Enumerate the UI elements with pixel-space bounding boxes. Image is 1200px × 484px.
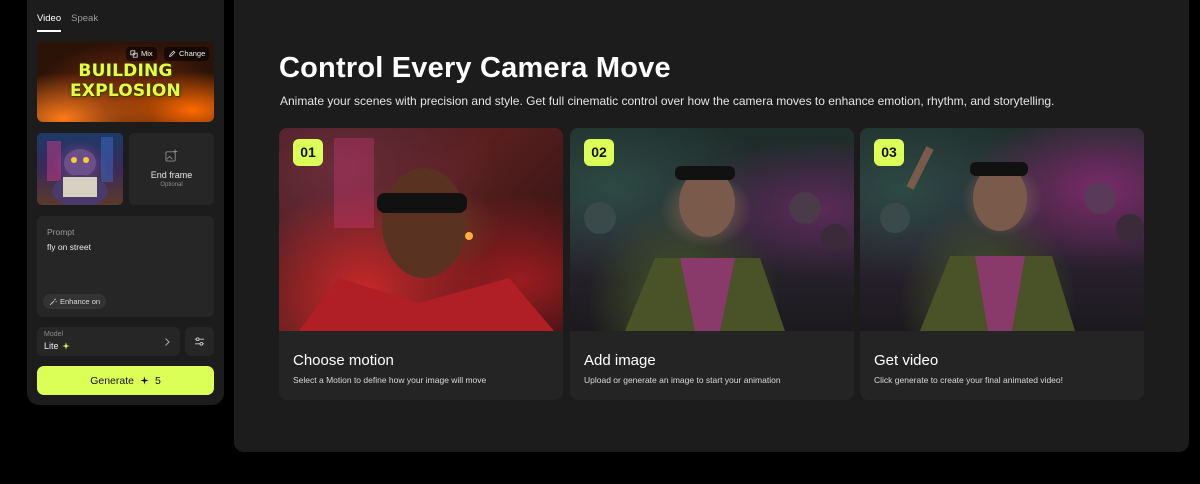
advanced-settings-button[interactable] [185, 327, 214, 356]
step-card-choose-motion: 01 Choose motion Select a Motion to defi… [279, 128, 563, 400]
wand-icon [49, 298, 57, 305]
mode-tabs: Video Speak [37, 8, 98, 32]
end-frame-upload[interactable]: End frame Optional [129, 133, 214, 205]
motion-title-line-1: BUILDING [78, 61, 173, 81]
start-frame-image [47, 137, 113, 205]
step-image-3: 03 [860, 128, 1144, 331]
step-card-get-video: 03 Get video Click generate to create yo… [860, 128, 1144, 400]
step-number-badge: 02 [584, 139, 614, 166]
enhance-toggle[interactable]: Enhance on [43, 294, 107, 309]
onboarding-panel: Control Every Camera Move Animate your s… [234, 0, 1189, 452]
mix-label: Mix [141, 49, 153, 58]
step-image-1: 01 [279, 128, 563, 331]
generate-button[interactable]: Generate 5 [37, 366, 214, 395]
change-label: Change [179, 49, 206, 58]
end-frame-optional: Optional [160, 182, 183, 188]
prompt-input[interactable]: fly on street [47, 242, 91, 252]
step-description: Select a Motion to define how your image… [293, 375, 487, 385]
sparkle-icon [61, 342, 70, 350]
pencil-icon [169, 50, 176, 57]
change-button[interactable]: Change [164, 47, 210, 61]
motion-preview-card[interactable]: BUILDING EXPLOSION Mix Change [37, 42, 214, 122]
end-frame-label: End frame [150, 170, 193, 180]
model-selector[interactable]: Model Lite [37, 327, 180, 356]
chevron-right-icon [165, 338, 170, 346]
step-title: Get video [874, 352, 939, 369]
generate-label: Generate [90, 374, 134, 387]
model-label: Model [44, 331, 64, 338]
motion-title-line-2: EXPLOSION [70, 81, 181, 101]
prompt-field[interactable]: Prompt fly on street Enhance on [37, 216, 214, 317]
motion-preview-title: BUILDING EXPLOSION [37, 61, 214, 101]
enhance-label: Enhance on [60, 297, 101, 306]
step-title: Add image [584, 352, 656, 369]
model-name: Lite [44, 341, 59, 351]
step-description: Click generate to create your final anim… [874, 375, 1063, 385]
step-number-badge: 03 [874, 139, 904, 166]
start-frame-thumbnail[interactable] [37, 133, 123, 205]
image-plus-icon [165, 149, 178, 162]
step-description: Upload or generate an image to start you… [584, 375, 781, 385]
step-image-2: 02 [570, 128, 854, 331]
step-title: Choose motion [293, 352, 394, 369]
mix-button[interactable]: Mix [126, 47, 157, 61]
page-subtitle: Animate your scenes with precision and s… [280, 94, 1055, 108]
model-value: Lite [44, 341, 70, 351]
sliders-icon [194, 337, 205, 346]
page-title: Control Every Camera Move [279, 52, 671, 84]
prompt-label: Prompt [47, 227, 75, 237]
tab-video[interactable]: Video [37, 8, 62, 32]
generate-credits: 5 [154, 374, 161, 387]
tab-speak[interactable]: Speak [71, 8, 98, 32]
sparkle-icon [140, 376, 149, 385]
mix-icon [130, 50, 138, 58]
step-card-add-image: 02 Add image Upload or generate an image… [570, 128, 854, 400]
step-number-badge: 01 [293, 139, 323, 166]
